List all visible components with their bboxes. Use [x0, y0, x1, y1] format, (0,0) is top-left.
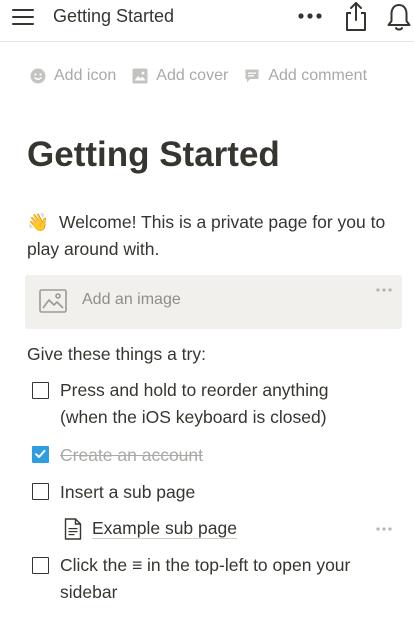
comment-icon [245, 69, 259, 83]
checkmark-icon [35, 449, 46, 458]
welcome-paragraph[interactable]: 👋 Welcome! This is a private page for you… [27, 209, 402, 263]
page-actions: Add icon Add cover Add comment [30, 66, 383, 86]
more-horizontal-icon[interactable] [297, 6, 323, 26]
welcome-text: Welcome! This is a private page for you … [27, 212, 386, 259]
todo-checkbox[interactable] [32, 382, 49, 399]
page-title-bar: Getting Started [53, 6, 175, 26]
todo-label[interactable]: Press and hold to reorder anything (when… [60, 377, 329, 431]
add-cover-button[interactable]: Add cover [132, 67, 228, 85]
share-icon[interactable] [343, 0, 369, 32]
hamburger-menu-icon[interactable] [12, 8, 34, 26]
add-icon-label: Add icon [54, 67, 117, 84]
add-image-label: Add an image [82, 291, 181, 308]
todo-label[interactable]: Click the ≡ in the top-left to open your… [60, 552, 350, 606]
top-bar: Getting Started [0, 0, 414, 42]
document-icon [64, 517, 82, 540]
subpage-link[interactable]: Example sub page [64, 515, 237, 542]
add-comment-label: Add comment [268, 67, 368, 84]
image-icon [132, 68, 148, 84]
subpage-label: Example sub page [92, 518, 237, 539]
page-title[interactable]: Getting Started [27, 135, 280, 175]
add-comment-button[interactable]: Add comment [244, 67, 367, 85]
add-cover-label: Add cover [156, 67, 229, 84]
todo-checkbox[interactable] [32, 483, 49, 500]
todo-checkbox[interactable] [32, 557, 49, 574]
wave-emoji: 👋 [27, 212, 49, 232]
subpage-more-icon[interactable] [375, 526, 393, 532]
smiley-icon [30, 68, 46, 84]
block-more-icon[interactable] [375, 287, 393, 293]
todo-label[interactable]: Insert a sub page [60, 479, 195, 506]
image-placeholder-icon [39, 289, 67, 313]
image-block[interactable]: Add an image [25, 275, 402, 329]
todo-label[interactable]: Create an account [60, 442, 203, 469]
add-icon-button[interactable]: Add icon [30, 67, 116, 85]
bell-icon[interactable] [386, 2, 412, 32]
todo-checkbox-checked[interactable] [32, 446, 49, 463]
try-heading[interactable]: Give these things a try: [27, 341, 206, 368]
